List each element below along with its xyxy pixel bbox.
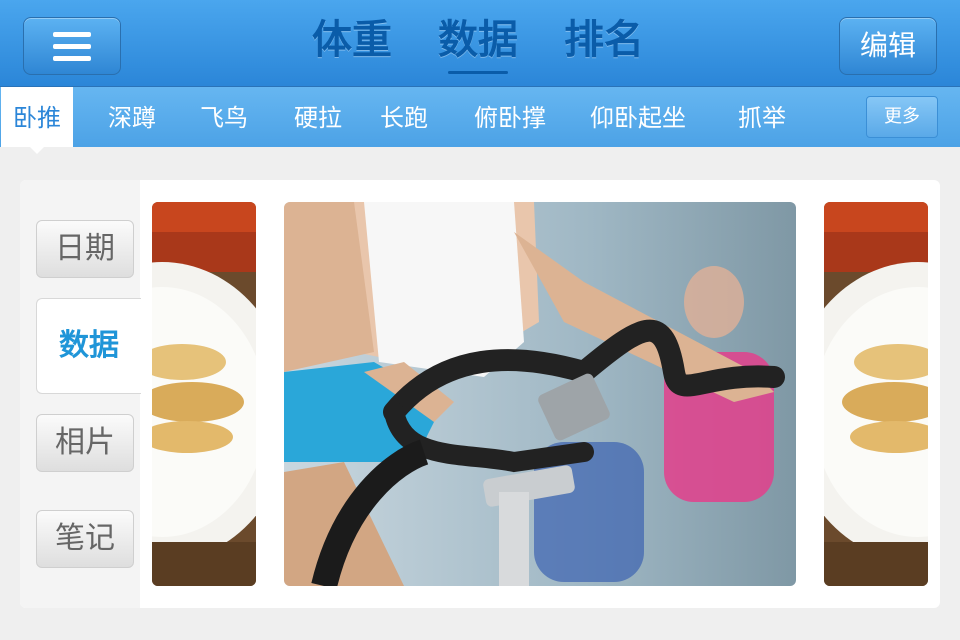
subtab-long-run[interactable]: 长跑 (368, 87, 440, 147)
subtab-situp[interactable]: 仰卧起坐 (586, 87, 690, 147)
food-plate-photo-icon (824, 202, 928, 586)
side-tab-photos[interactable]: 相片 (36, 414, 134, 472)
side-tab-data[interactable]: 数据 (36, 298, 141, 394)
main-tabs: 体重 数据 排名 (312, 14, 644, 78)
subtab-snatch[interactable]: 抓举 (726, 87, 798, 147)
hamburger-icon-line (53, 43, 91, 49)
hamburger-icon (53, 31, 91, 37)
top-bar: 体重 数据 排名 编辑 (0, 0, 960, 87)
tab-weight[interactable]: 体重 (312, 14, 392, 78)
tab-ranking[interactable]: 排名 (564, 14, 644, 78)
tab-data[interactable]: 数据 (438, 14, 518, 78)
subtab-squat[interactable]: 深蹲 (96, 87, 168, 147)
subtab-bench-press[interactable]: 卧推 (1, 87, 73, 154)
side-tab-date[interactable]: 日期 (36, 220, 134, 278)
photo-cycling-main[interactable] (284, 202, 796, 586)
edit-button[interactable]: 编辑 (839, 17, 937, 75)
exercise-tabs-bar: 卧推 深蹲 飞鸟 硬拉 长跑 俯卧撑 仰卧起坐 抓举 更多 (0, 87, 960, 154)
content-card: 日期 数据 相片 笔记 (20, 180, 940, 608)
subtab-deadlift[interactable]: 硬拉 (282, 87, 354, 147)
subtab-pushup[interactable]: 俯卧撑 (466, 87, 554, 147)
subtab-fly[interactable]: 飞鸟 (188, 87, 260, 147)
side-nav: 日期 数据 相片 笔记 (20, 180, 141, 608)
photo-carousel[interactable] (152, 202, 928, 586)
photo-food-left[interactable] (152, 202, 256, 586)
photo-food-right[interactable] (824, 202, 928, 586)
side-tab-notes[interactable]: 笔记 (36, 510, 134, 568)
menu-button[interactable] (23, 17, 121, 75)
hamburger-icon-line (53, 55, 91, 61)
food-plate-photo-icon (152, 202, 256, 586)
cycling-workout-photo-icon (284, 202, 796, 586)
more-button[interactable]: 更多 (866, 96, 938, 138)
